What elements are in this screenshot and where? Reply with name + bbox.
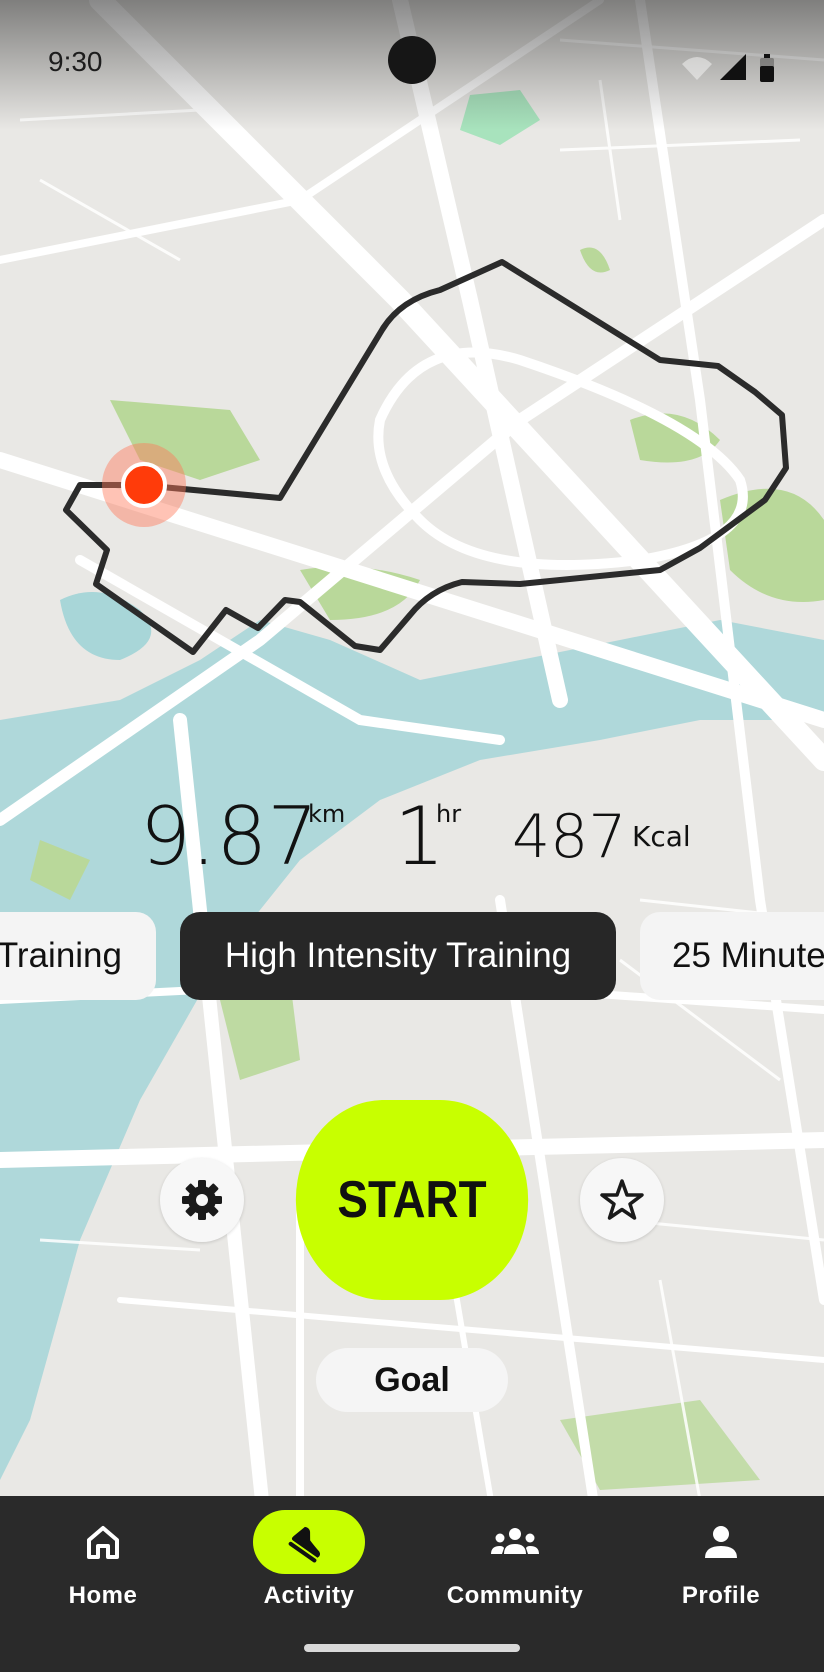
favorite-button[interactable] — [580, 1158, 664, 1242]
nav-label-activity: Activity — [263, 1582, 355, 1609]
home-icon — [87, 1526, 119, 1559]
distance-value: 9.87 — [140, 790, 319, 883]
status-bar: 9:30 — [0, 0, 824, 130]
nav-item-profile[interactable]: Profile — [618, 1496, 824, 1672]
signal-icon — [720, 54, 746, 80]
workout-stats: 9.87 km 1 hr 487 Kcal — [0, 790, 824, 890]
sneaker-icon — [288, 1526, 321, 1563]
chip-25-minute[interactable]: 25 Minute — [640, 912, 824, 1000]
chip-high-intensity-training[interactable]: High Intensity Training — [180, 912, 616, 1000]
nav-label-home: Home — [68, 1582, 138, 1609]
person-icon — [705, 1526, 737, 1558]
front-camera — [388, 36, 436, 84]
chip-training[interactable]: Training — [0, 912, 156, 1000]
nav-label-community: Community — [446, 1582, 584, 1609]
nav-label-profile: Profile — [681, 1582, 761, 1609]
calories-value: 487 — [512, 802, 627, 872]
people-icon — [491, 1528, 539, 1554]
status-time: 9:30 — [48, 46, 103, 77]
start-button[interactable]: START — [295, 1100, 529, 1300]
current-location-dot — [121, 462, 167, 508]
distance-unit: km — [308, 800, 346, 828]
goal-button[interactable]: Goal — [316, 1348, 508, 1412]
gear-icon — [182, 1180, 222, 1220]
nav-item-home[interactable]: Home — [0, 1496, 206, 1672]
home-indicator[interactable] — [304, 1644, 520, 1652]
battery-icon — [760, 54, 774, 82]
settings-button[interactable] — [160, 1158, 244, 1242]
status-icons — [682, 54, 774, 82]
star-icon — [600, 1179, 644, 1220]
wifi-icon — [682, 57, 712, 80]
calories-unit: Kcal — [632, 820, 691, 853]
duration-unit: hr — [436, 800, 462, 828]
